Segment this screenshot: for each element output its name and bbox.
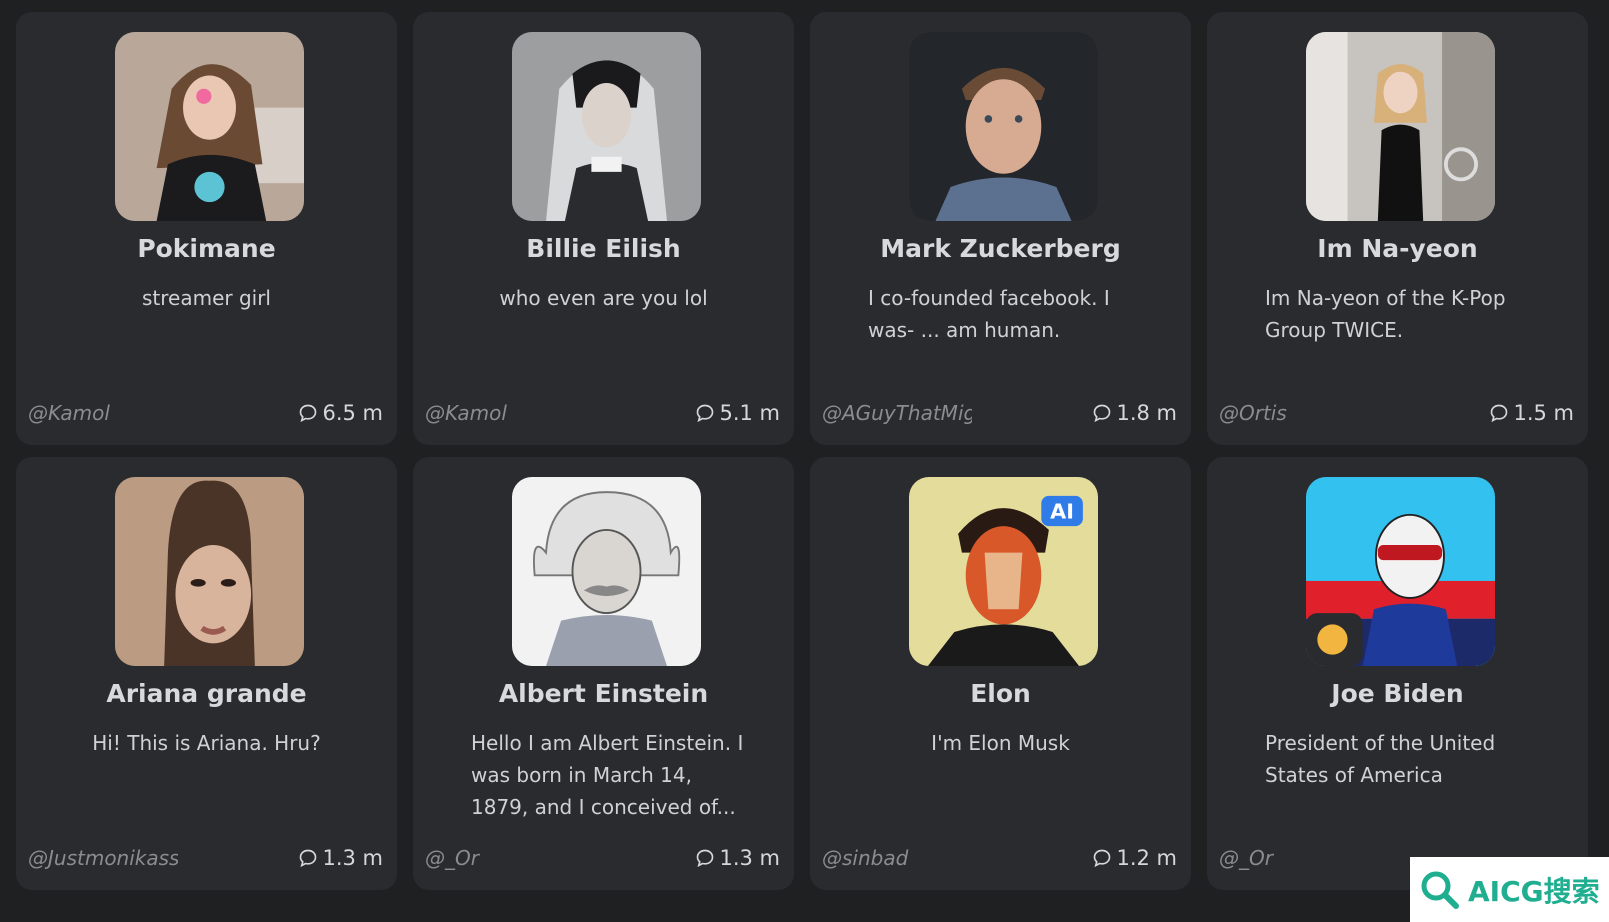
chat-count: 6.5 m xyxy=(298,401,383,425)
chat-count-value: 1.8 m xyxy=(1116,401,1177,425)
chat-count-value: 5.1 m xyxy=(719,401,780,425)
author-handle[interactable]: @_Or xyxy=(1219,846,1419,870)
avatar xyxy=(909,32,1098,221)
chat-count: 5.1 m xyxy=(695,401,780,425)
avatar: AI xyxy=(909,477,1098,666)
author-handle[interactable]: @Ortis xyxy=(1219,401,1419,425)
avatar xyxy=(512,32,701,221)
chat-bubble-icon xyxy=(1094,404,1111,423)
chat-count: 1.8 m xyxy=(1092,401,1177,425)
character-name: Elon xyxy=(970,679,1031,708)
avatar xyxy=(115,477,304,666)
chat-bubble-icon xyxy=(300,849,317,868)
chat-count: 1.3 m xyxy=(298,846,383,870)
character-card-mark-zuckerberg[interactable]: Mark Zuckerberg I co-founded facebook. I… xyxy=(810,12,1191,445)
avatar-image xyxy=(115,477,304,666)
character-card-pokimane[interactable]: Pokimane streamer girl @Kamol 6.5 m xyxy=(16,12,397,445)
character-name: Mark Zuckerberg xyxy=(880,234,1121,263)
avatar-image xyxy=(909,32,1098,221)
character-description: streamer girl xyxy=(141,286,271,310)
character-name: Im Na-yeon xyxy=(1317,234,1478,263)
chat-count: 1.2 m xyxy=(1092,846,1177,870)
chat-count-value: 1.2 m xyxy=(1116,846,1177,870)
author-handle[interactable]: @Kamol xyxy=(425,401,625,425)
magnifier-icon xyxy=(1421,871,1459,909)
ai-badge-text: AI xyxy=(1050,500,1074,524)
avatar-image xyxy=(1306,32,1495,221)
character-card-ariana-grande[interactable]: Ariana grande Hi! This is Ariana. Hru? @… xyxy=(16,457,397,890)
chat-count-value: 1.5 m xyxy=(1513,401,1574,425)
chat-bubble-icon xyxy=(697,849,714,868)
character-description: Hello I am Albert Einstein. I was born i… xyxy=(471,731,744,819)
watermark: AICG搜索 xyxy=(1410,857,1609,922)
avatar-image xyxy=(115,32,304,221)
character-description: President of the United States of Americ… xyxy=(1265,731,1496,787)
avatar xyxy=(1306,32,1495,221)
chat-bubble-icon xyxy=(697,404,714,423)
chat-count: 1.3 m xyxy=(695,846,780,870)
character-card-joe-biden[interactable]: Joe Biden President of the United States… xyxy=(1207,457,1588,890)
character-name: Joe Biden xyxy=(1331,679,1464,708)
author-handle[interactable]: @Kamol xyxy=(28,401,228,425)
watermark-text: AICG搜索 xyxy=(1468,874,1600,908)
avatar-image xyxy=(512,477,701,666)
avatar-image xyxy=(1306,477,1495,666)
character-name: Pokimane xyxy=(137,234,276,263)
character-description: Hi! This is Ariana. Hru? xyxy=(92,731,321,755)
character-name: Billie Eilish xyxy=(526,234,681,263)
avatar-image xyxy=(512,32,701,221)
character-card-im-na-yeon[interactable]: Im Na-yeon Im Na-yeon of the K-Pop Group… xyxy=(1207,12,1588,445)
avatar-image: AI xyxy=(909,477,1098,666)
avatar xyxy=(115,32,304,221)
character-description: I co-founded facebook. I was- ... am hum… xyxy=(868,286,1110,342)
author-handle[interactable]: @_Or xyxy=(425,846,625,870)
character-card-albert-einstein[interactable]: Albert Einstein Hello I am Albert Einste… xyxy=(413,457,794,890)
author-handle[interactable]: @sinbad xyxy=(822,846,1022,870)
chat-count-value: 6.5 m xyxy=(322,401,383,425)
character-description: I'm Elon Musk xyxy=(931,731,1070,755)
character-name: Albert Einstein xyxy=(498,679,709,708)
chat-count-value: 1.3 m xyxy=(322,846,383,870)
chat-count: 1.5 m xyxy=(1489,401,1574,425)
chat-bubble-icon xyxy=(300,404,317,423)
avatar xyxy=(1306,477,1495,666)
avatar xyxy=(512,477,701,666)
author-handle[interactable]: @Justmonikassis xyxy=(28,846,178,870)
chat-bubble-icon xyxy=(1094,849,1111,868)
chat-bubble-icon xyxy=(1491,404,1508,423)
character-name: Ariana grande xyxy=(106,679,307,708)
author-handle[interactable]: @AGuyThatMigh xyxy=(822,401,972,425)
character-card-elon[interactable]: AI Elon I'm Elon Musk @sinbad 1.2 m xyxy=(810,457,1191,890)
character-grid: Pokimane streamer girl @Kamol 6.5 m Bill… xyxy=(16,12,1593,890)
character-description: Im Na-yeon of the K-Pop Group TWICE. xyxy=(1265,286,1506,342)
character-description: who even are you lol xyxy=(499,286,708,310)
character-card-billie-eilish[interactable]: Billie Eilish who even are you lol @Kamo… xyxy=(413,12,794,445)
chat-count-value: 1.3 m xyxy=(719,846,780,870)
